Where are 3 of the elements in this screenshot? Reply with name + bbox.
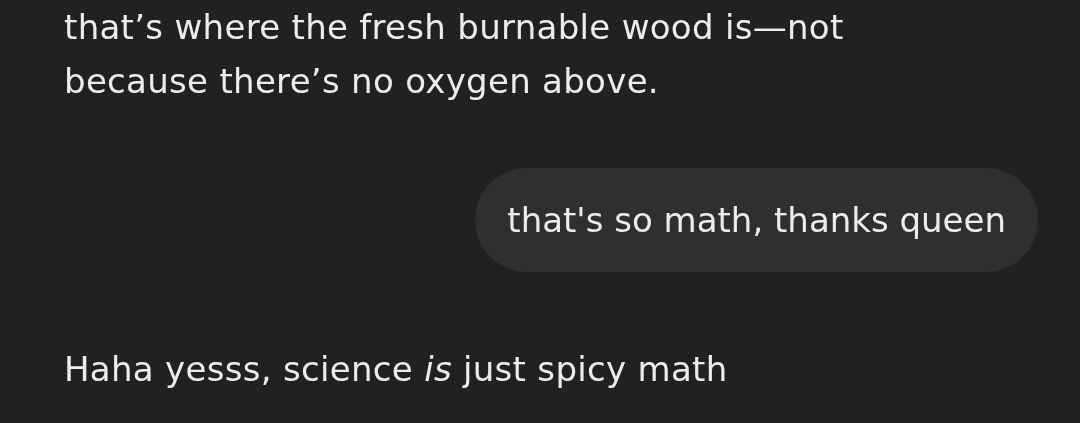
assistant-message-text: Haha yesss, science is just spicy math (64, 348, 729, 391)
assistant-message-text: that’s where the fresh burnable wood is—not because there’s no oxygen above. (64, 6, 845, 103)
user-message-bubble: that's so math, thanks queen (475, 168, 1038, 272)
